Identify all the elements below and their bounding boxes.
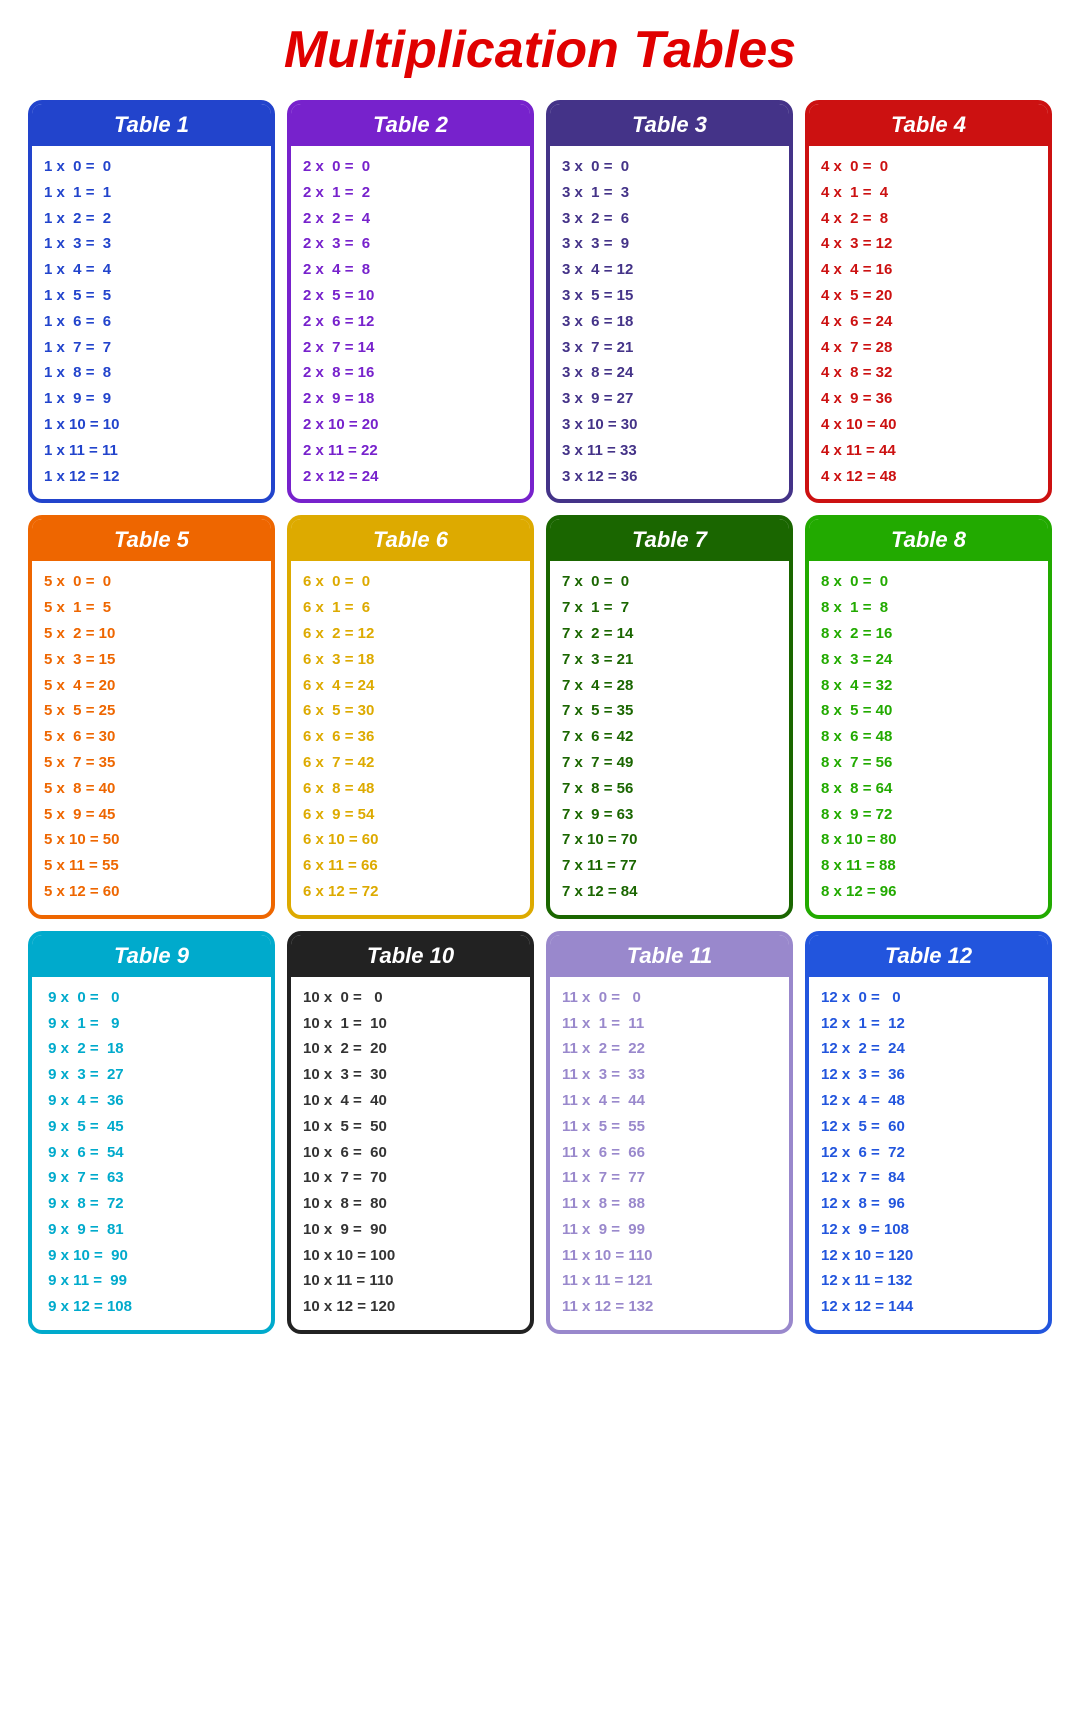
table-header-1: Table 1	[32, 104, 271, 146]
table-body-10: 10 x 0 = 0 10 x 1 = 10 10 x 2 = 20 10 x …	[291, 977, 530, 1330]
table-body-5: 5 x 0 = 0 5 x 1 = 5 5 x 2 = 10 5 x 3 = 1…	[32, 561, 271, 914]
table-card-2: Table 22 x 0 = 0 2 x 1 = 2 2 x 2 = 4 2 x…	[287, 100, 534, 503]
table-body-6: 6 x 0 = 0 6 x 1 = 6 6 x 2 = 12 6 x 3 = 1…	[291, 561, 530, 914]
table-body-7: 7 x 0 = 0 7 x 1 = 7 7 x 2 = 14 7 x 3 = 2…	[550, 561, 789, 914]
table-body-4: 4 x 0 = 0 4 x 1 = 4 4 x 2 = 8 4 x 3 = 12…	[809, 146, 1048, 499]
table-header-4: Table 4	[809, 104, 1048, 146]
table-header-2: Table 2	[291, 104, 530, 146]
table-body-1: 1 x 0 = 0 1 x 1 = 1 1 x 2 = 2 1 x 3 = 3 …	[32, 146, 271, 499]
table-card-5: Table 55 x 0 = 0 5 x 1 = 5 5 x 2 = 10 5 …	[28, 515, 275, 918]
table-card-10: Table 1010 x 0 = 0 10 x 1 = 10 10 x 2 = …	[287, 931, 534, 1334]
tables-grid: Table 11 x 0 = 0 1 x 1 = 1 1 x 2 = 2 1 x…	[20, 100, 1060, 1334]
table-body-12: 12 x 0 = 0 12 x 1 = 12 12 x 2 = 24 12 x …	[809, 977, 1048, 1330]
table-card-4: Table 44 x 0 = 0 4 x 1 = 4 4 x 2 = 8 4 x…	[805, 100, 1052, 503]
table-card-8: Table 88 x 0 = 0 8 x 1 = 8 8 x 2 = 16 8 …	[805, 515, 1052, 918]
table-card-11: Table 1111 x 0 = 0 11 x 1 = 11 11 x 2 = …	[546, 931, 793, 1334]
table-header-3: Table 3	[550, 104, 789, 146]
table-card-6: Table 66 x 0 = 0 6 x 1 = 6 6 x 2 = 12 6 …	[287, 515, 534, 918]
table-card-3: Table 33 x 0 = 0 3 x 1 = 3 3 x 2 = 6 3 x…	[546, 100, 793, 503]
table-body-9: 9 x 0 = 0 9 x 1 = 9 9 x 2 = 18 9 x 3 = 2…	[32, 977, 271, 1330]
table-body-8: 8 x 0 = 0 8 x 1 = 8 8 x 2 = 16 8 x 3 = 2…	[809, 561, 1048, 914]
table-card-1: Table 11 x 0 = 0 1 x 1 = 1 1 x 2 = 2 1 x…	[28, 100, 275, 503]
table-header-10: Table 10	[291, 935, 530, 977]
table-header-11: Table 11	[550, 935, 789, 977]
table-body-3: 3 x 0 = 0 3 x 1 = 3 3 x 2 = 6 3 x 3 = 9 …	[550, 146, 789, 499]
table-card-7: Table 77 x 0 = 0 7 x 1 = 7 7 x 2 = 14 7 …	[546, 515, 793, 918]
page-title: Multiplication Tables	[20, 20, 1060, 80]
table-body-2: 2 x 0 = 0 2 x 1 = 2 2 x 2 = 4 2 x 3 = 6 …	[291, 146, 530, 499]
table-header-6: Table 6	[291, 519, 530, 561]
table-header-5: Table 5	[32, 519, 271, 561]
table-header-8: Table 8	[809, 519, 1048, 561]
table-card-9: Table 9 9 x 0 = 0 9 x 1 = 9 9 x 2 = 18 9…	[28, 931, 275, 1334]
table-body-11: 11 x 0 = 0 11 x 1 = 11 11 x 2 = 22 11 x …	[550, 977, 789, 1330]
table-card-12: Table 1212 x 0 = 0 12 x 1 = 12 12 x 2 = …	[805, 931, 1052, 1334]
table-header-9: Table 9	[32, 935, 271, 977]
table-header-12: Table 12	[809, 935, 1048, 977]
table-header-7: Table 7	[550, 519, 789, 561]
